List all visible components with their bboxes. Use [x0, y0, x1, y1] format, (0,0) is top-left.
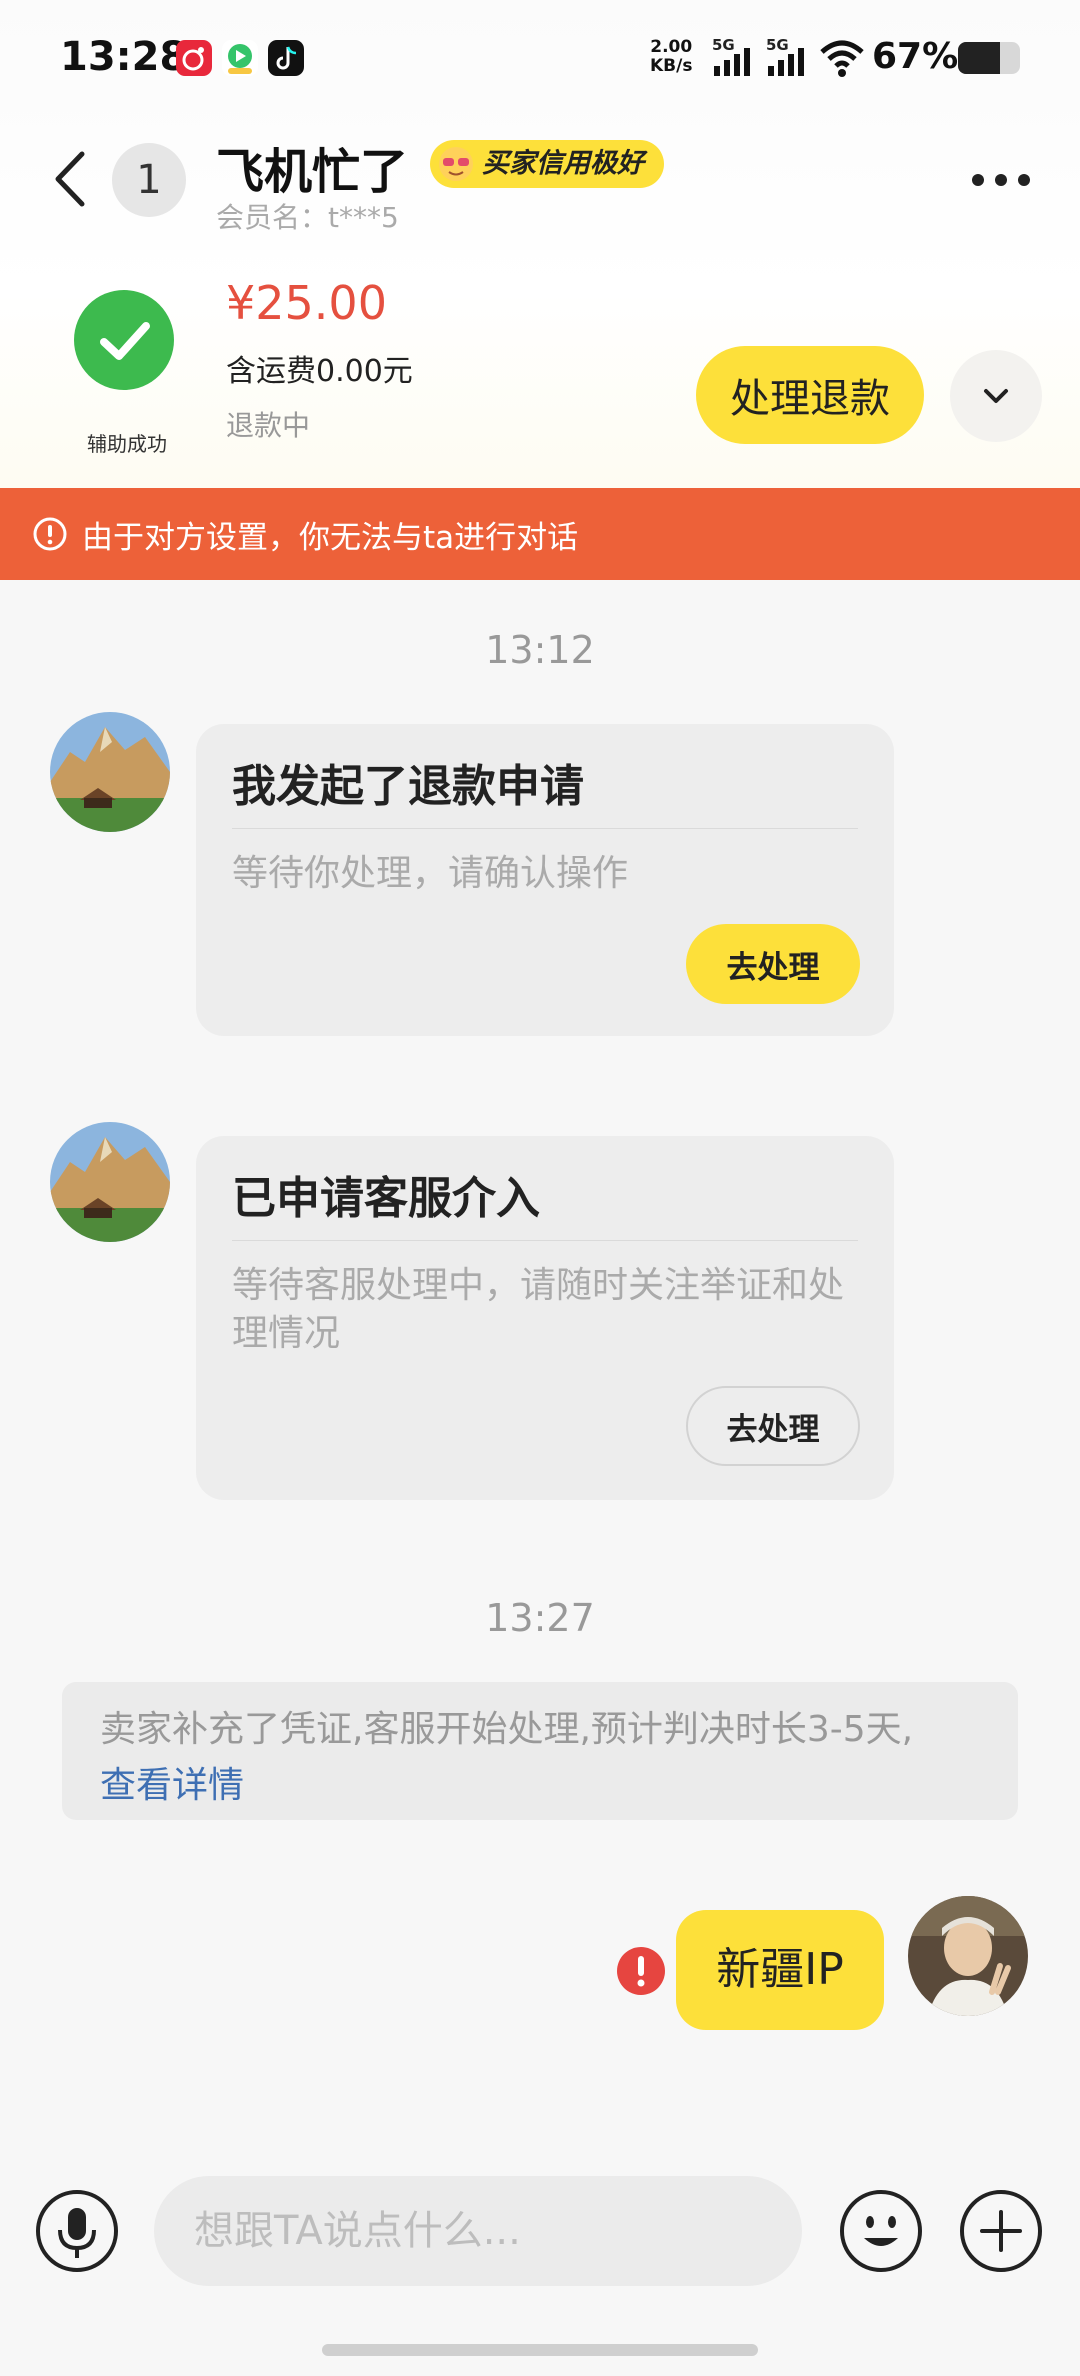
plus-icon[interactable] [958, 2188, 1044, 2274]
video-app-icon [222, 40, 258, 76]
expand-button[interactable] [950, 350, 1042, 442]
handle-service-button[interactable]: 去处理 [686, 1386, 860, 1466]
more-options-icon[interactable] [966, 162, 1036, 198]
card-desc: 等待你处理，请确认操作 [232, 853, 629, 894]
status-bar: 13:28 2.00 KB/s 5G 5G 67% [0, 0, 1080, 120]
partner-avatar[interactable] [50, 712, 170, 832]
check-success-icon [74, 290, 174, 390]
order-price: ¥25.00 [226, 276, 387, 330]
unread-count-badge[interactable]: 1 [112, 143, 186, 217]
assist-label: 辅助成功 [87, 432, 167, 456]
card-title: 我发起了退款申请 [232, 761, 584, 812]
warning-banner: 由于对方设置，你无法与ta进行对话 [0, 488, 1080, 580]
card-desc: 等待客服处理中，请随时关注举证和处理情况 [232, 1265, 845, 1354]
handle-refund-button[interactable]: 去处理 [686, 924, 860, 1004]
battery-percent: 67% [872, 36, 959, 77]
cool-face-icon [439, 147, 473, 181]
emoji-icon[interactable] [838, 2188, 924, 2274]
status-time: 13:28 [60, 34, 188, 80]
microphone-icon[interactable] [34, 2188, 120, 2274]
card-divider [232, 828, 858, 829]
process-refund-button[interactable]: 处理退款 [696, 346, 924, 444]
chat-partner-name: 飞机忙了 [216, 144, 409, 200]
alert-circle-icon [33, 517, 67, 551]
view-details-link[interactable]: 查看详情 [100, 1756, 244, 1808]
message-input[interactable] [154, 2176, 802, 2286]
home-indicator[interactable] [322, 2344, 758, 2356]
customer-service-card: 已申请客服介入 等待客服处理中，请随时关注举证和处理情况 去处理 [196, 1136, 894, 1500]
signal-5g-icon-2: 5G [766, 36, 810, 80]
battery-icon [958, 42, 1020, 74]
order-shipping: 含运费0.00元 [226, 354, 413, 389]
battery-fill [958, 42, 1000, 74]
refund-request-card: 我发起了退款申请 等待你处理，请确认操作 去处理 [196, 724, 894, 1036]
time-separator: 13:12 [485, 628, 595, 672]
chevron-down-icon [984, 389, 1008, 403]
member-name: 会员名：t***5 [216, 201, 399, 234]
warning-text: 由于对方设置，你无法与ta进行对话 [82, 520, 579, 556]
time-separator-2: 13:27 [485, 1596, 595, 1640]
back-button[interactable] [44, 144, 104, 214]
notice-text: 卖家补充了凭证,客服开始处理,预计判决时长3-5天, [100, 1709, 914, 1750]
card-title: 已申请客服介入 [232, 1173, 540, 1224]
tiktok-app-icon [268, 40, 304, 76]
system-notice: 卖家补充了凭证,客服开始处理,预计判决时长3-5天, 查看详情 [62, 1682, 1018, 1820]
weibo-app-icon [176, 40, 212, 76]
send-failed-icon[interactable] [614, 1944, 668, 1998]
my-avatar[interactable] [908, 1896, 1028, 2016]
credit-tag: 买家信用极好 [430, 140, 664, 188]
card-divider [232, 1240, 858, 1241]
net-speed: 2.00 KB/s [650, 37, 693, 76]
wifi-icon [818, 36, 864, 80]
my-message-bubble[interactable]: 新疆IP [676, 1910, 884, 2030]
signal-5g-icon: 5G [712, 36, 756, 80]
partner-avatar-2[interactable] [50, 1122, 170, 1242]
order-status: 退款中 [226, 409, 311, 442]
